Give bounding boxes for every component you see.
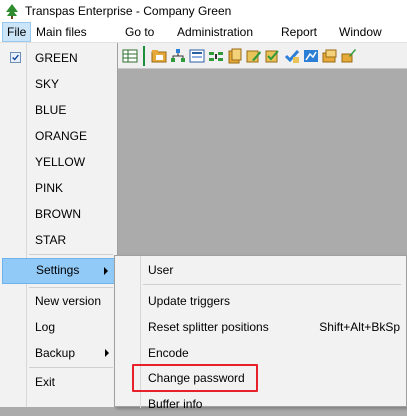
- menu-item-label: Settings: [36, 263, 80, 277]
- menu-window[interactable]: Window: [335, 22, 386, 42]
- menu-item-green[interactable]: GREEN: [2, 46, 116, 70]
- menu-report[interactable]: Report: [277, 22, 321, 42]
- menu-separator: [29, 254, 113, 255]
- menu-item-label: BLUE: [35, 103, 67, 117]
- settings-submenu: User Update triggers Reset splitter posi…: [114, 255, 407, 411]
- annotation-highlight-box: [132, 364, 258, 392]
- menu-separator: [29, 287, 113, 288]
- check-edit-icon[interactable]: [265, 48, 281, 64]
- menu-item-label: User: [148, 263, 174, 277]
- menu-item-blue[interactable]: BLUE: [2, 98, 116, 122]
- folder-stack-icon[interactable]: [322, 48, 338, 64]
- menu-item-label: GREEN: [35, 51, 78, 65]
- menu-item-label: Backup: [35, 346, 76, 360]
- menu-item-label: SKY: [35, 77, 60, 91]
- check-icon: [10, 52, 21, 63]
- menu-item-label: YELLOW: [35, 155, 86, 169]
- toolbar-separator: [143, 46, 145, 66]
- menu-item-label: Log: [35, 320, 56, 334]
- menu-item-label: STAR: [35, 233, 67, 247]
- menu-item-settings[interactable]: Settings: [2, 258, 116, 284]
- menu-item-log[interactable]: Log: [2, 315, 116, 339]
- menu-item-pink[interactable]: PINK: [2, 176, 116, 200]
- file-menu: GREEN SKY BLUE ORANGE YELLOW PINK BROWN …: [0, 43, 118, 407]
- menu-item-label: Buffer info: [148, 397, 203, 411]
- tree-logo-icon: [6, 4, 18, 19]
- menu-bar: File Main files Go to Administration Rep…: [0, 22, 407, 43]
- menu-administration[interactable]: Administration: [173, 22, 257, 42]
- submenu-item-update-triggers[interactable]: Update triggers: [115, 289, 406, 313]
- menu-item-label: ORANGE: [35, 129, 88, 143]
- edit-icon[interactable]: [246, 48, 262, 64]
- menu-item-label: Encode: [148, 346, 189, 360]
- menu-item-exit[interactable]: Exit: [2, 370, 116, 394]
- submenu-item-buffer-info[interactable]: Buffer info: [115, 392, 406, 416]
- menu-item-new-version[interactable]: New version: [2, 289, 116, 313]
- menu-file[interactable]: File: [2, 22, 32, 42]
- chart-icon[interactable]: [303, 48, 319, 64]
- menu-item-star[interactable]: STAR: [2, 228, 116, 252]
- menu-item-yellow[interactable]: YELLOW: [2, 150, 116, 174]
- submenu-item-reset-splitter-positions[interactable]: Reset splitter positions Shift+Alt+BkSp: [115, 315, 406, 339]
- menu-item-label: Update triggers: [148, 294, 231, 308]
- menu-item-label: Exit: [35, 375, 56, 389]
- menu-go-to[interactable]: Go to: [121, 22, 158, 42]
- menu-separator: [29, 367, 113, 368]
- list-icon[interactable]: [189, 48, 205, 64]
- menu-item-sky[interactable]: SKY: [2, 72, 116, 96]
- submenu-arrow-icon: [104, 267, 108, 275]
- check-icon[interactable]: [284, 48, 300, 64]
- tree-icon[interactable]: [170, 48, 186, 64]
- split-icon[interactable]: [208, 48, 224, 64]
- grid-icon[interactable]: [122, 48, 138, 64]
- menu-item-label: New version: [35, 294, 102, 308]
- menu-item-label: PINK: [35, 181, 64, 195]
- paint-icon[interactable]: [341, 48, 357, 64]
- menu-item-brown[interactable]: BROWN: [2, 202, 116, 226]
- menu-separator: [143, 284, 401, 285]
- folder-icon[interactable]: [151, 48, 167, 64]
- menu-item-label: Reset splitter positions: [148, 320, 269, 334]
- submenu-item-encode[interactable]: Encode: [115, 341, 406, 365]
- menu-item-orange[interactable]: ORANGE: [2, 124, 116, 148]
- document-icon[interactable]: [227, 48, 243, 64]
- menu-item-label: BROWN: [35, 207, 81, 221]
- toolbar: [118, 43, 407, 69]
- menu-main-files[interactable]: Main files: [32, 22, 91, 42]
- menu-item-backup[interactable]: Backup: [2, 341, 116, 365]
- submenu-arrow-icon: [105, 349, 109, 357]
- title-bar: Transpas Enterprise - Company Green: [0, 0, 407, 22]
- window-title: Transpas Enterprise - Company Green: [25, 4, 232, 18]
- submenu-item-user[interactable]: User: [115, 258, 406, 282]
- shortcut-text: Shift+Alt+BkSp: [319, 320, 400, 334]
